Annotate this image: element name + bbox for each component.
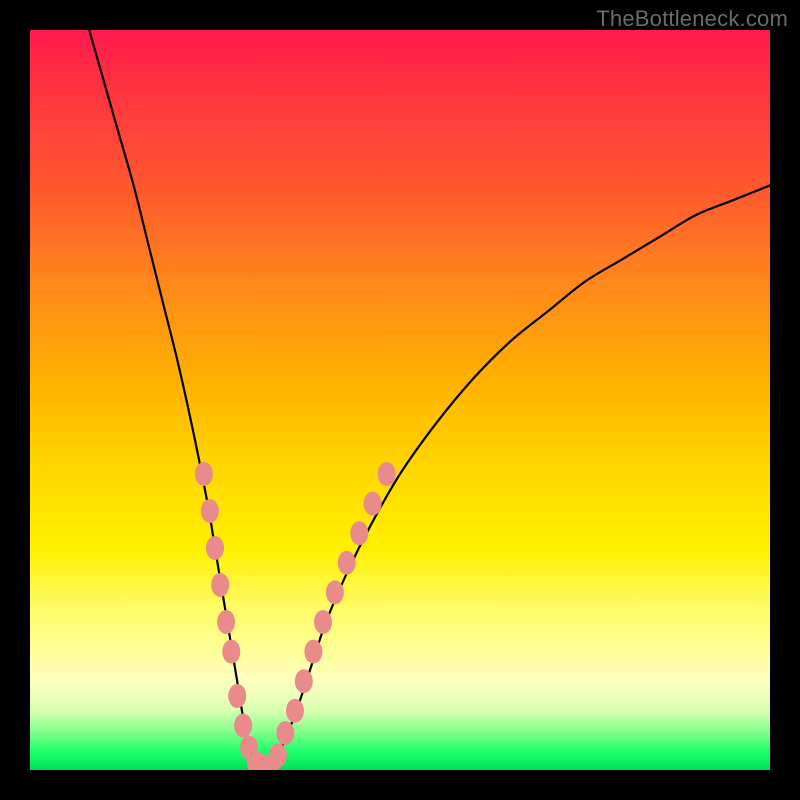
marker-dot <box>269 743 287 767</box>
marker-dot <box>295 669 313 693</box>
bottleneck-curve <box>89 30 770 770</box>
marker-dot <box>206 536 224 560</box>
marker-dot <box>222 640 240 664</box>
marker-dot <box>350 521 368 545</box>
chart-svg <box>30 30 770 770</box>
marker-dot <box>314 610 332 634</box>
plot-area <box>30 30 770 770</box>
marker-dot <box>228 684 246 708</box>
marker-dot <box>211 573 229 597</box>
marker-dot <box>326 580 344 604</box>
marker-dot <box>234 714 252 738</box>
marker-dot <box>304 640 322 664</box>
marker-dot <box>217 610 235 634</box>
watermark-text: TheBottleneck.com <box>596 6 788 32</box>
marker-dot <box>195 462 213 486</box>
marker-dot <box>364 492 382 516</box>
chart-container: TheBottleneck.com <box>0 0 800 800</box>
marker-dot <box>338 551 356 575</box>
marker-dot <box>201 499 219 523</box>
marker-dot <box>378 462 396 486</box>
marker-dot <box>276 721 294 745</box>
highlight-dots <box>195 462 396 770</box>
marker-dot <box>286 699 304 723</box>
